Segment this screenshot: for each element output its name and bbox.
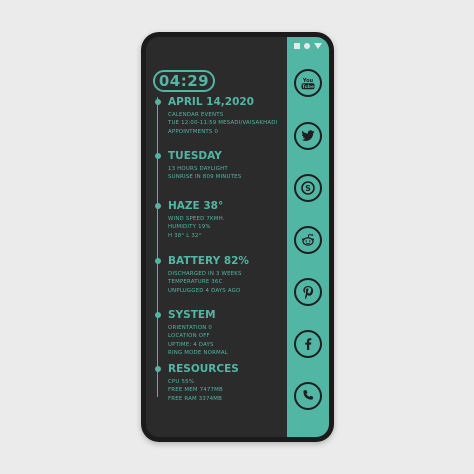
system-line: RING MODE NORMAL: [168, 350, 228, 357]
weather-line: HUMIDITY 19%: [168, 224, 211, 231]
reddit-glyph: [302, 233, 314, 246]
clock-time[interactable]: 04:29: [153, 70, 215, 92]
youtube-label: Tube: [302, 84, 314, 90]
svg-text:S: S: [305, 184, 311, 193]
phone-glyph: [303, 390, 314, 400]
date-section[interactable]: APRIL 14,2020 CALENDAR EVENTS TUE 12:00-…: [154, 96, 298, 136]
battery-line: TEMPERATURE 36C: [168, 279, 223, 286]
youtube-label: You: [302, 78, 314, 84]
pinterest-glyph: [303, 286, 314, 300]
weather-title: HAZE 38°: [168, 200, 224, 212]
skype-glyph: S: [301, 181, 315, 195]
timeline-dot: [154, 203, 161, 209]
date-line: TUE 12:00-11:59 MESADI/VAISAKHADI: [168, 120, 278, 127]
day-section[interactable]: TUESDAY 13 HOURS DAYLIGHT SUNRISE IN 809…: [154, 150, 298, 182]
battery-section[interactable]: BATTERY 82% DISCHARGED IN 3 WEEKS TEMPER…: [154, 255, 298, 295]
signal-square-icon: [294, 43, 300, 49]
resources-line: FREE RAM 3374MB: [168, 395, 223, 402]
resources-line: CPU 55%: [168, 379, 195, 385]
wifi-icon: [314, 43, 322, 49]
timeline-dot: [154, 366, 161, 372]
date-line: CALENDAR EVENTS: [168, 112, 224, 118]
system-title: SYSTEM: [168, 309, 216, 321]
youtube-icon[interactable]: You Tube: [294, 69, 322, 97]
status-dot-icon: [304, 43, 310, 49]
twitter-icon[interactable]: [294, 122, 322, 150]
weather-line: H 38° L 32°: [168, 232, 202, 239]
pinterest-icon[interactable]: [294, 278, 322, 306]
weather-line: WIND SPEED 7KMH.: [168, 216, 225, 222]
battery-line: DISCHARGED IN 3 WEEKS: [168, 271, 242, 277]
date-line: APPOINTMENTS 0: [168, 128, 219, 135]
system-line: ORIENTATION 0: [168, 325, 213, 331]
system-line: UPTIME: 4 DAYS: [168, 341, 214, 348]
day-line: 13 HOURS DAYLIGHT: [168, 166, 228, 172]
timeline-dot: [154, 312, 161, 318]
timeline-line: [157, 97, 158, 397]
battery-title: BATTERY 82%: [168, 255, 249, 267]
weather-section[interactable]: HAZE 38° WIND SPEED 7KMH. HUMIDITY 19% H…: [154, 200, 298, 240]
phone-frame: 04:29 APRIL 14,2020 CALENDAR EVENTS TUE …: [141, 32, 334, 442]
day-title: TUESDAY: [168, 150, 222, 162]
system-section[interactable]: SYSTEM ORIENTATION 0 LOCATION OFF UPTIME…: [154, 309, 298, 358]
timeline-dot: [154, 99, 161, 105]
day-line: SUNRISE IN 809 MINUTES: [168, 174, 242, 181]
reddit-icon[interactable]: [294, 226, 322, 254]
phone-icon[interactable]: [294, 382, 322, 410]
timeline-dot: [154, 258, 161, 264]
system-line: LOCATION OFF: [168, 333, 210, 340]
facebook-glyph: [305, 338, 312, 350]
resources-section[interactable]: RESOURCES CPU 55% FREE MEM 7477MB FREE R…: [154, 363, 298, 403]
phone-screen: 04:29 APRIL 14,2020 CALENDAR EVENTS TUE …: [146, 37, 329, 437]
resources-line: FREE MEM 7477MB: [168, 387, 223, 394]
twitter-glyph: [301, 130, 315, 141]
battery-line: UNPLUGGED 4 DAYS AGO: [168, 287, 241, 294]
date-title: APRIL 14,2020: [168, 96, 254, 108]
resources-title: RESOURCES: [168, 363, 239, 375]
youtube-glyph: You Tube: [301, 78, 315, 90]
social-sidebar: You Tube S: [287, 37, 329, 437]
status-bar: [294, 41, 322, 51]
skype-icon[interactable]: S: [294, 174, 322, 202]
facebook-icon[interactable]: [294, 330, 322, 358]
timeline-dot: [154, 153, 161, 159]
